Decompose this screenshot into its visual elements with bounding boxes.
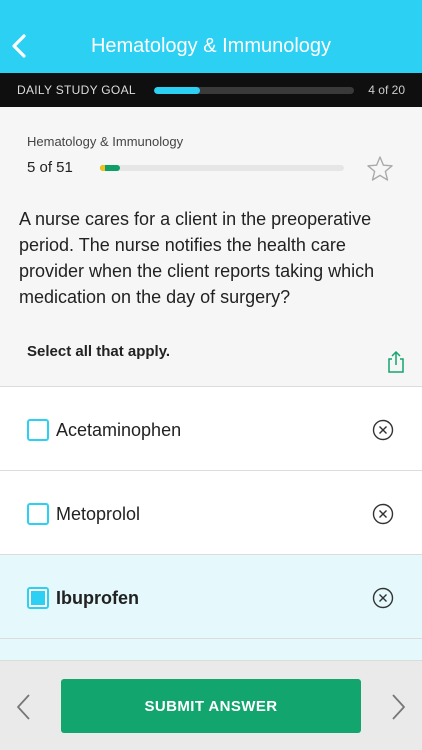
goal-progress-track xyxy=(154,87,354,94)
goal-label: DAILY STUDY GOAL xyxy=(17,83,136,97)
share-icon[interactable] xyxy=(386,350,406,374)
daily-goal-bar: DAILY STUDY GOAL 4 of 20 xyxy=(0,73,422,107)
question-progress-marker xyxy=(100,165,105,171)
answer-option[interactable]: Acetaminophen xyxy=(0,386,422,470)
page-title: Hematology & Immunology xyxy=(90,35,332,57)
answer-option[interactable]: Metoprolol xyxy=(0,470,422,554)
goal-progress-fill xyxy=(154,87,200,94)
option-checkbox[interactable] xyxy=(27,503,49,525)
question-number: 5 of 51 xyxy=(27,159,73,176)
question-instruction: Select all that apply. xyxy=(27,343,171,360)
option-label: Metoprolol xyxy=(56,504,141,524)
star-outline-icon[interactable] xyxy=(366,155,394,183)
question-progress-track xyxy=(100,165,344,171)
bottom-nav: SUBMIT ANSWER xyxy=(0,660,422,750)
eliminate-x-icon[interactable] xyxy=(372,419,394,441)
next-chevron-icon[interactable] xyxy=(387,692,409,722)
app-header: Hematology & Immunology xyxy=(0,0,422,73)
question-subject: Hematology & Immunology xyxy=(27,134,184,149)
eliminate-x-icon[interactable] xyxy=(372,587,394,609)
option-label: Ibuprofen xyxy=(56,588,139,608)
question-panel: Hematology & Immunology 5 of 51 A nurse … xyxy=(0,107,422,387)
checkbox-fill xyxy=(31,591,45,605)
submit-answer-button[interactable]: SUBMIT ANSWER xyxy=(61,679,361,733)
eliminate-x-icon[interactable] xyxy=(372,503,394,525)
prev-chevron-icon[interactable] xyxy=(13,692,35,722)
option-label: Acetaminophen xyxy=(56,420,182,440)
answer-option-selected[interactable]: Ibuprofen xyxy=(0,554,422,638)
goal-count: 4 of 20 xyxy=(368,83,405,97)
option-checkbox-checked[interactable] xyxy=(27,587,49,609)
option-checkbox[interactable] xyxy=(27,419,49,441)
question-text: A nurse cares for a client in the preope… xyxy=(19,209,375,307)
